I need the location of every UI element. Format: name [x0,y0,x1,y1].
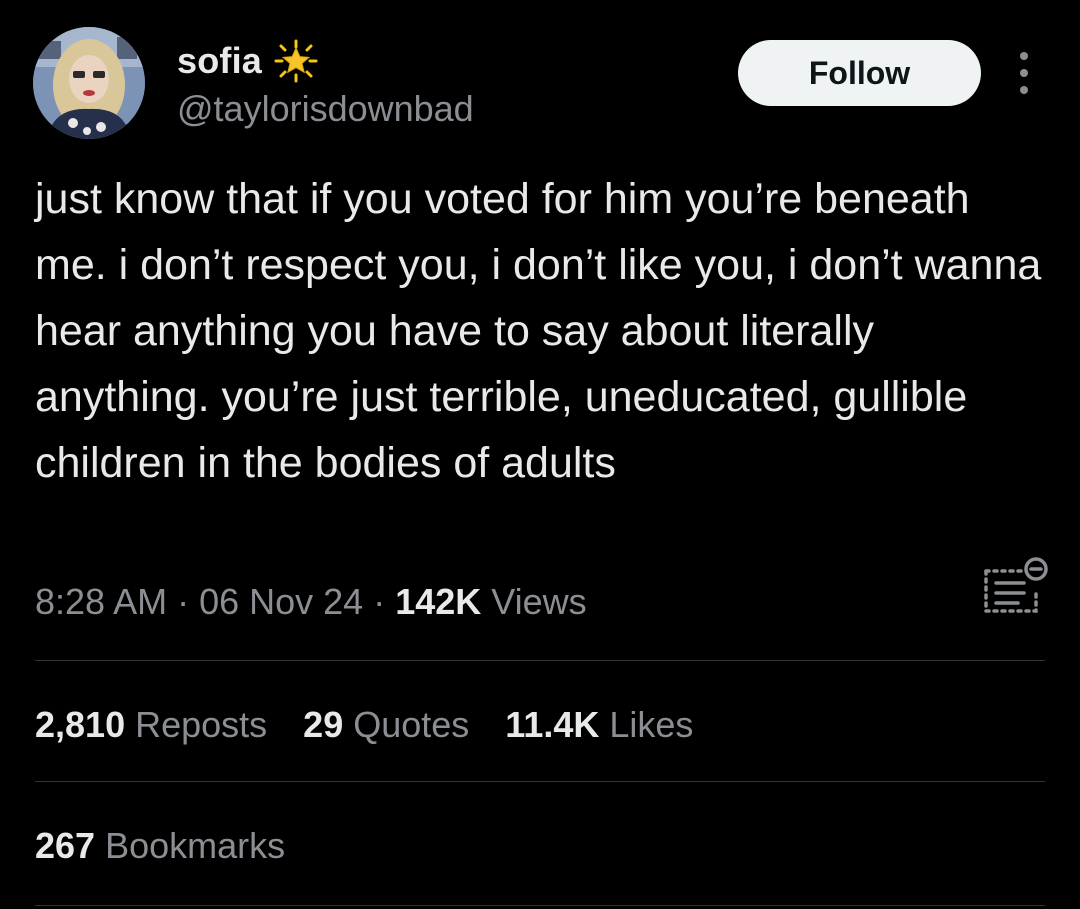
avatar[interactable] [33,27,145,139]
tweet-meta: 8:28 AM · 06 Nov 24 · 142K Views [35,578,587,626]
reposts-label: Reposts [135,704,268,745]
more-dot [1020,69,1028,77]
reposts-stat[interactable]: 2,810 Reposts [35,704,267,746]
follow-button[interactable]: Follow [738,40,981,106]
reposts-count: 2,810 [35,704,126,745]
quotes-stat[interactable]: 29 Quotes [303,704,469,746]
meta-separator: · [363,581,396,622]
quotes-label: Quotes [353,704,470,745]
star-emoji-icon [274,39,318,83]
bookmarks-stat[interactable]: 267 Bookmarks [35,825,285,867]
tweet-text: just know that if you voted for him you’… [35,175,1042,487]
analytics-icon[interactable] [978,553,1050,621]
views-label: Views [481,581,587,622]
likes-count: 11.4K [505,704,600,745]
bookmarks-label: Bookmarks [105,825,286,866]
engagement-stats: 2,810 Reposts 29 Quotes 11.4K Likes [35,700,729,750]
divider [35,905,1045,906]
views-count: 142K [395,581,482,622]
likes-label: Likes [609,704,694,745]
avatar-photo [33,27,145,139]
divider [35,781,1045,782]
meta-separator: · [167,581,200,622]
bookmarks-row: 267 Bookmarks [35,821,321,871]
author-name-row[interactable]: sofia [177,36,318,86]
bookmarks-count: 267 [35,825,96,866]
likes-stat[interactable]: 11.4K Likes [505,704,693,746]
tweet-date[interactable]: 06 Nov 24 [199,581,363,623]
divider [35,660,1045,661]
quotes-count: 29 [303,704,344,745]
display-name[interactable]: sofia [177,40,262,82]
tweet-time[interactable]: 8:28 AM [35,581,167,623]
more-vertical-icon[interactable] [1010,52,1038,94]
more-dot [1020,86,1028,94]
more-dot [1020,52,1028,60]
author-handle[interactable]: @taylorisdownbad [177,88,474,130]
